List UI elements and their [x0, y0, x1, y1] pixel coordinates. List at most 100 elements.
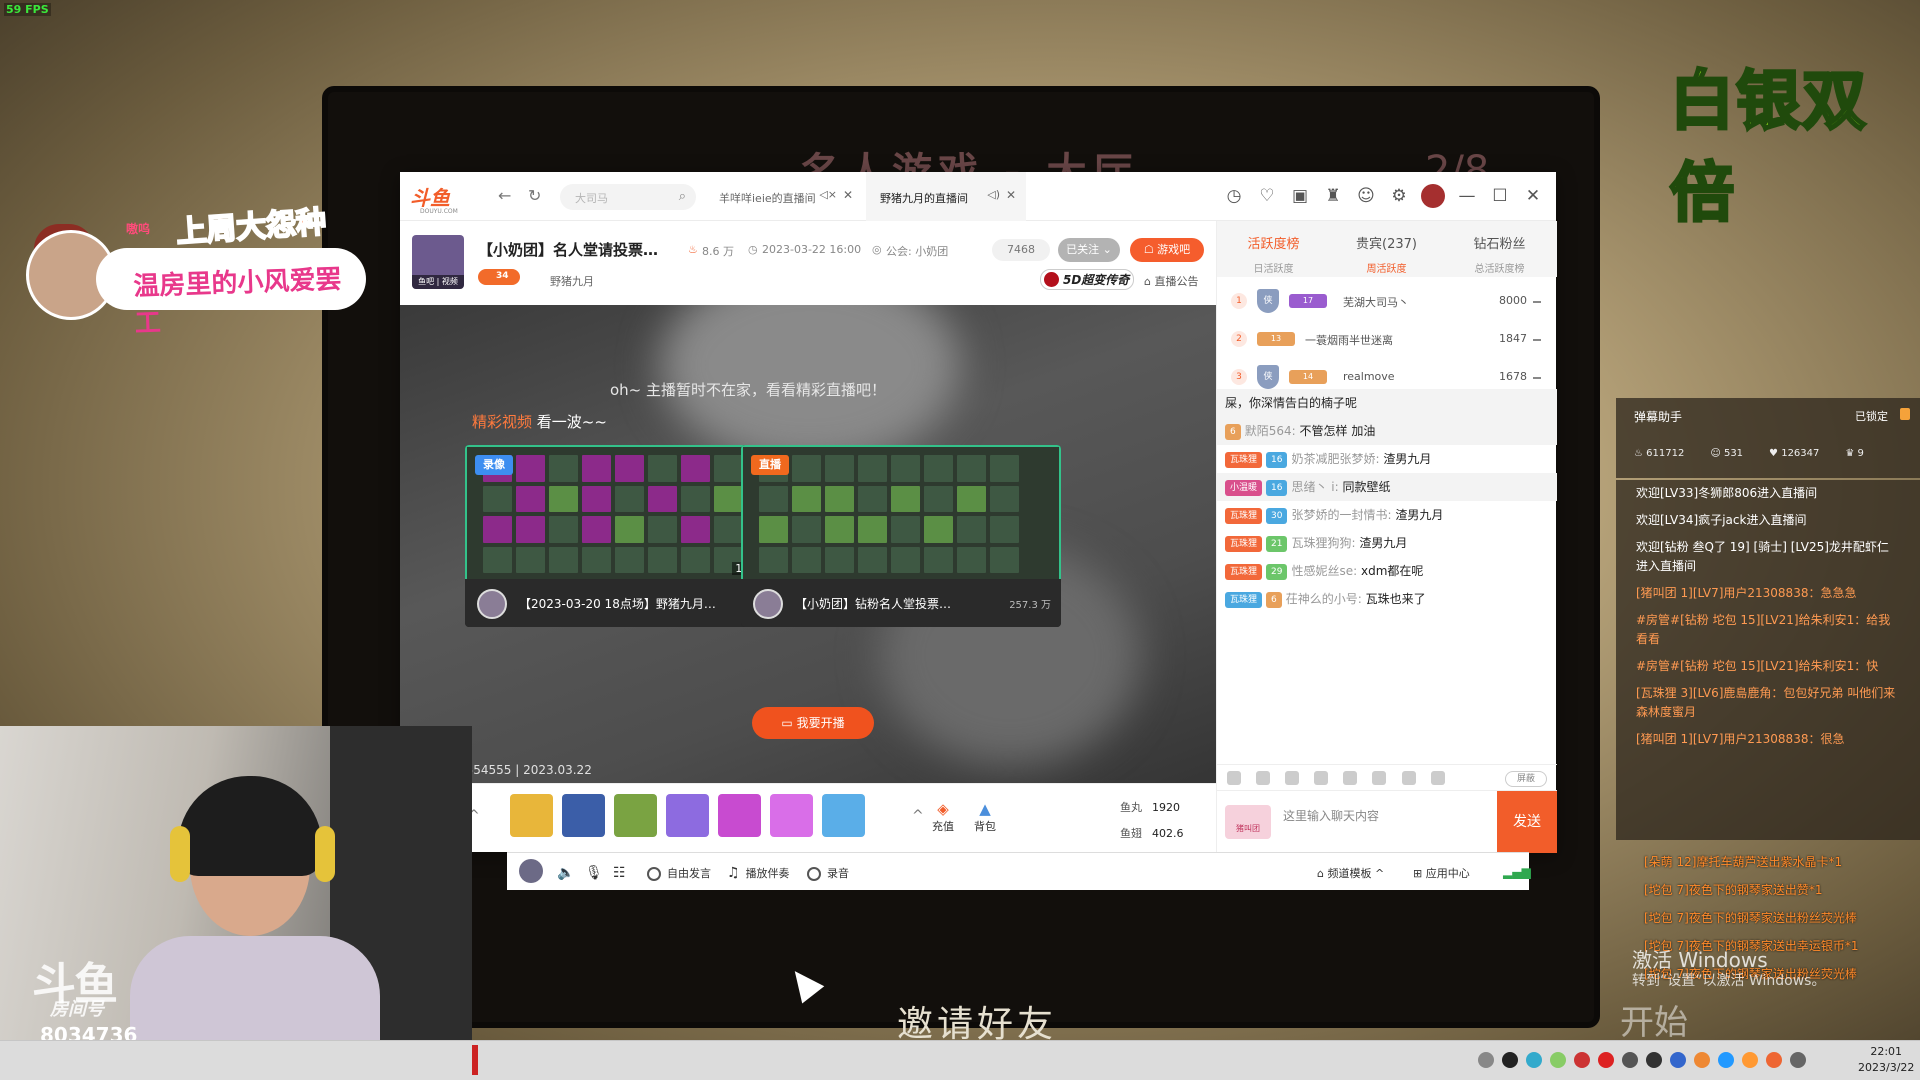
tool-icon[interactable] [1343, 771, 1358, 785]
room-guild: 公会: 小奶团 [886, 245, 949, 258]
tray-icon[interactable] [1574, 1052, 1590, 1068]
fan-club-badge[interactable]: 猪叫团 [1225, 805, 1271, 839]
chat-input-area: 猪叫团 这里输入聊天内容 发送 [1217, 790, 1557, 853]
offline-message: oh~ 主播暂时不在家，看看精彩直播吧！ [610, 381, 887, 399]
video-player[interactable]: oh~ 主播暂时不在家，看看精彩直播吧！ 精彩视频 看一波~~ 录像 120:0… [400, 305, 1216, 783]
channel-template-button[interactable]: ⌂ 频道模板 ^ [1317, 865, 1384, 881]
crown-icon[interactable] [1285, 771, 1300, 785]
calendar-icon[interactable]: ▣ [1289, 186, 1311, 206]
anchor-name[interactable]: 野猪九月 [550, 273, 594, 289]
speaker-icon[interactable] [1256, 771, 1271, 785]
gift-item[interactable] [822, 794, 865, 837]
record-button[interactable]: 录音 [807, 865, 849, 881]
tool-icon[interactable] [1314, 771, 1329, 785]
volume-icon[interactable] [1622, 1052, 1638, 1068]
video-thumbnail: 录像 120:00 [465, 445, 785, 579]
tab-diamond-fans[interactable]: 钻石粉丝 总活跃度榜 [1443, 233, 1556, 275]
search-icon[interactable]: ⌕ [679, 189, 686, 204]
rank-row[interactable]: 1 侠 17 芜湖大司马丶 8000 [1217, 283, 1557, 321]
rank-row[interactable]: 2 13 一蓑烟雨半世迷离 1847 [1217, 321, 1557, 359]
tool-icon[interactable] [1401, 771, 1416, 785]
follow-heart-icon[interactable]: ♡ [1256, 186, 1278, 206]
tab-active[interactable]: 野猪九月的直播间 ◁) ✕ [866, 172, 1026, 221]
lock-icon[interactable] [1900, 408, 1910, 420]
tray-icon[interactable] [1502, 1052, 1518, 1068]
chat-input[interactable]: 这里输入聊天内容 [1283, 807, 1379, 824]
message-icon[interactable]: ☺ [1355, 186, 1377, 206]
video-card-footer: 【小奶团】钻粉名人堂投票… 257.3 万 [741, 579, 1061, 627]
shield-toggle[interactable]: 屏蔽 [1505, 771, 1547, 787]
tool-icon[interactable] [1372, 771, 1387, 785]
accompany-button[interactable]: ♫ 播放伴奏 [727, 865, 790, 881]
bag-icon: ▲ [979, 800, 991, 818]
follow-button[interactable]: 已关注 ⌄ [1058, 238, 1120, 262]
tab-vip[interactable]: 贵宾(237) 周活跃度 [1330, 233, 1443, 275]
sticker-line2: 温房里的小风爱罢工 [132, 264, 342, 340]
tab-inactive[interactable]: 羊咩咩ieie的直播间 ◁× ✕ [705, 172, 863, 221]
gift-item[interactable] [666, 794, 709, 837]
close-icon[interactable]: ✕ [1522, 186, 1544, 206]
skin-icon[interactable]: ♜ [1322, 186, 1344, 206]
tray-icon[interactable] [1718, 1052, 1734, 1068]
mute-icon[interactable]: ◁× [819, 188, 837, 201]
chat-list[interactable]: 屎，你深情告白的楠子呢 6 默陌564: 不管怎样 加油 瓦珠狸 16 奶茶减肥张梦娇… [1217, 389, 1557, 764]
minimize-icon[interactable]: — [1456, 186, 1478, 206]
taskbar: 22:01 2023/3/22 [0, 1040, 1920, 1080]
close-tab-icon[interactable]: ✕ [843, 188, 853, 202]
mic-icon[interactable]: 🎙 [585, 865, 603, 881]
tray-icon[interactable] [1742, 1052, 1758, 1068]
video-card[interactable]: 录像 120:00 【2023-03-20 18点场】野猪九月… 35 [465, 445, 785, 627]
danmaku-message: [猪叫团 1][LV7]用户21308838：急急急 [1636, 586, 1857, 600]
equalizer-icon[interactable]: ☷ [613, 865, 626, 881]
gift-item[interactable] [770, 794, 813, 837]
avatar[interactable] [519, 859, 543, 883]
emoji-icon[interactable] [1227, 771, 1241, 785]
user-avatar[interactable] [1421, 184, 1445, 208]
gift-item[interactable] [562, 794, 605, 837]
gift-item[interactable] [718, 794, 761, 837]
search-input[interactable]: 大司马 ⌕ [560, 184, 696, 210]
game-promo-banner[interactable]: 5D超变传奇 [1040, 269, 1135, 290]
bag-button[interactable]: ▲ 背包 [974, 800, 996, 834]
go-live-button[interactable]: ▭ 我要开播 [752, 707, 874, 739]
system-clock[interactable]: 22:01 2023/3/22 [1858, 1044, 1914, 1076]
settings-icon[interactable]: ⚙ [1388, 186, 1410, 206]
tray-icon[interactable] [1478, 1052, 1494, 1068]
douyu-logo[interactable]: 斗鱼 DOUYU.COM [410, 182, 458, 215]
tab-activity-rank[interactable]: 活跃度榜 日活跃度 [1217, 233, 1330, 275]
send-button[interactable]: 发送 [1497, 791, 1557, 853]
video-card[interactable]: 直播 【小奶团】钻粉名人堂投票… 257.3 万 [741, 445, 1061, 627]
chevron-up-icon[interactable]: ^ [912, 808, 924, 824]
history-icon[interactable]: ◷ [1223, 186, 1245, 206]
stream-sticker: 嗷呜 上周大怨种 温房里的小风爱罢工 [26, 190, 366, 339]
signal-icon: ▂▄▆ [1503, 865, 1531, 879]
game-bar-button[interactable]: ☖ 游戏吧 [1130, 238, 1204, 262]
gift-item[interactable] [510, 794, 553, 837]
tray-icon[interactable] [1550, 1052, 1566, 1068]
tray-icon[interactable] [1670, 1052, 1686, 1068]
recharge-button[interactable]: ◈ 充值 [932, 800, 954, 834]
room-info-bar: 鱼吧 | 视频 【小奶团】名人堂请投票… ♨ 8.6 万 ◷ 2023-03-2… [400, 221, 1216, 305]
free-speech-button[interactable]: 自由发言 [647, 865, 711, 881]
tray-icon[interactable] [1766, 1052, 1782, 1068]
volume-icon[interactable]: 🔈 [557, 865, 574, 881]
tool-icon[interactable] [1430, 771, 1445, 785]
tray-icon[interactable] [1598, 1052, 1614, 1068]
mic-icon[interactable] [1646, 1052, 1662, 1068]
refresh-icon[interactable]: ↻ [528, 186, 541, 205]
taskbar-app-indicator[interactable] [472, 1045, 478, 1075]
back-icon[interactable]: ← [498, 186, 511, 205]
room-avatar[interactable]: 鱼吧 | 视频 [412, 235, 464, 289]
app-center-button[interactable]: ⊞ 应用中心 [1413, 865, 1470, 881]
chat-tools: 屏蔽 [1217, 764, 1557, 790]
anchor-level-badge: 34 [478, 269, 520, 285]
mute-icon[interactable]: ◁) [987, 188, 1000, 201]
room-notice-button[interactable]: ⌂ 直播公告 [1144, 273, 1198, 289]
gift-item[interactable] [614, 794, 657, 837]
network-icon[interactable] [1790, 1052, 1806, 1068]
tray-icon[interactable] [1694, 1052, 1710, 1068]
tray-icon[interactable] [1526, 1052, 1542, 1068]
close-tab-icon[interactable]: ✕ [1006, 188, 1016, 202]
room-footer-info: 8554555 | 2023.03.22 [458, 763, 592, 777]
maximize-icon[interactable]: ☐ [1489, 186, 1511, 206]
